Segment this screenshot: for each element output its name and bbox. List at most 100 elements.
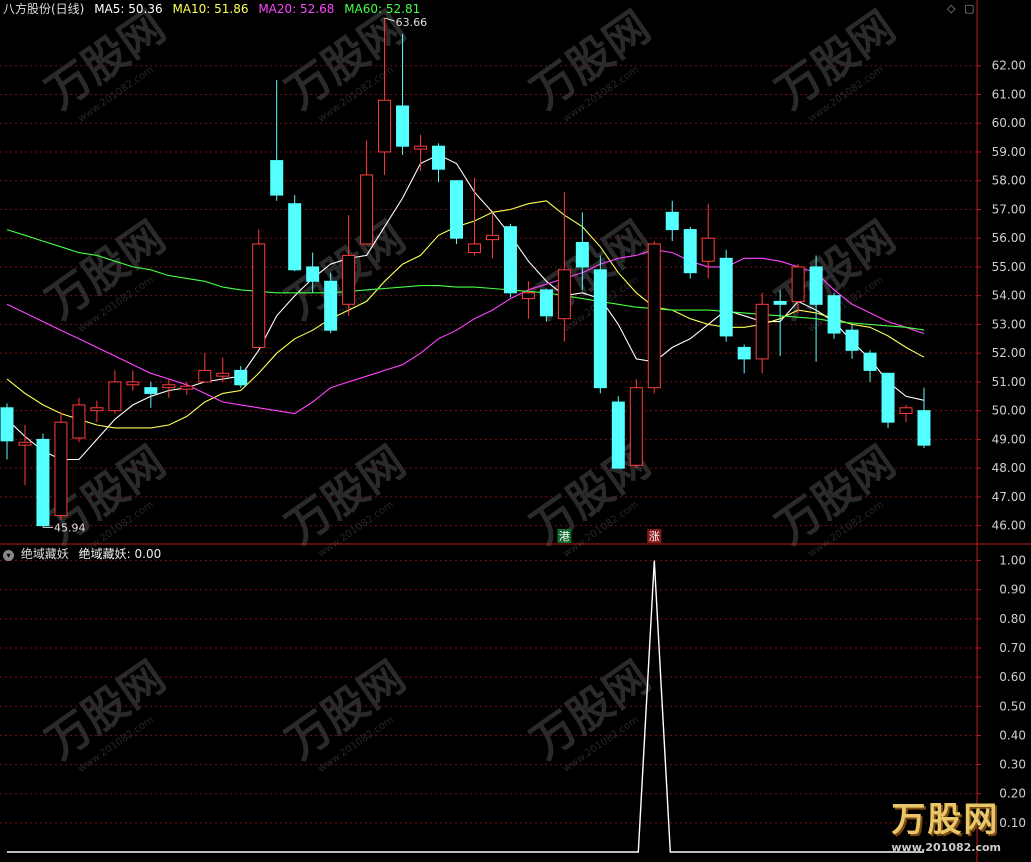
- marker-zhang: 涨: [647, 529, 662, 543]
- price-tick-label: 50.00: [992, 404, 1026, 418]
- candle-body: [665, 211, 679, 231]
- candle: [467, 177, 481, 256]
- candle-body: [198, 369, 212, 383]
- watermark-url: www.201082.com: [891, 841, 1001, 854]
- candle-body: [270, 160, 284, 196]
- candle-body: [701, 237, 715, 262]
- candle: [288, 195, 302, 272]
- price-axis: 46.00 47.00 48.00 49.00 50.00 51.00 52.00 53.00…: [0, 0, 1031, 862]
- candle: [126, 370, 140, 391]
- stock-title[interactable]: 八方股份(日线): [3, 2, 84, 16]
- candle: [593, 255, 607, 394]
- candle-body: [162, 384, 176, 389]
- price-tick-label: 56.00: [992, 231, 1026, 245]
- candle: [270, 80, 284, 201]
- price-tick-label: 47.00: [992, 490, 1026, 504]
- candle: [54, 412, 68, 520]
- candle-body: [683, 229, 697, 274]
- candle-body: [485, 234, 499, 241]
- candle-body: [827, 295, 841, 334]
- candle: [899, 404, 913, 423]
- candle-body: [396, 105, 410, 147]
- candle: [414, 134, 428, 171]
- candle-body: [432, 145, 446, 170]
- ma60-label: MA60: 52.81: [344, 2, 421, 16]
- chevron-down-icon[interactable]: ▾: [3, 550, 14, 561]
- candle: [0, 403, 14, 460]
- candle: [917, 387, 931, 449]
- candle-body: [503, 226, 517, 294]
- square-icon[interactable]: ▢: [964, 2, 974, 15]
- indicator-name[interactable]: 绝域藏妖: [21, 547, 69, 561]
- candle-body: [36, 438, 50, 527]
- ma5-label: MA5: 50.36: [94, 2, 163, 16]
- candle-body: [575, 242, 589, 268]
- price-tick-label: 57.00: [992, 202, 1026, 216]
- candle-body: [917, 410, 931, 446]
- indicator-tick-label: 1.00: [999, 554, 1026, 568]
- diamond-icon[interactable]: ◇: [947, 2, 955, 15]
- candle-body: [90, 407, 104, 412]
- price-tick-label: 51.00: [992, 375, 1026, 389]
- candle-body: [72, 404, 86, 439]
- candle-body: [863, 352, 877, 371]
- candle: [737, 344, 751, 374]
- candle: [162, 379, 176, 398]
- candle: [342, 215, 356, 316]
- candle-body: [845, 329, 859, 351]
- price-tick-label: 60.00: [992, 116, 1026, 130]
- stock-chart: 万股网www.201082.com 万股网www.201082.com 万股网www…: [0, 0, 1031, 862]
- candle-body: [342, 254, 356, 305]
- candle: [845, 324, 859, 359]
- candle-body: [809, 266, 823, 305]
- indicator-header: ▾ 绝域藏妖 绝域藏妖: 0.00: [3, 545, 167, 562]
- candle-body: [54, 421, 68, 517]
- indicator-tick-label: 0.90: [999, 583, 1026, 597]
- indicator-tick-label: 0.70: [999, 641, 1026, 655]
- price-tick-label: 53.00: [992, 317, 1026, 331]
- candle: [18, 425, 32, 486]
- candle: [432, 143, 446, 183]
- price-tick-label: 48.00: [992, 461, 1026, 475]
- price-tick-label: 61.00: [992, 87, 1026, 101]
- indicator-tick-label: 0.50: [999, 699, 1026, 713]
- price-tick-label: 49.00: [992, 432, 1026, 446]
- candle-body: [899, 407, 913, 415]
- candle: [108, 370, 122, 414]
- candle: [827, 292, 841, 339]
- candle-body: [773, 300, 787, 305]
- price-tick-label: 62.00: [992, 59, 1026, 73]
- watermark-brand: 万股网: [891, 800, 1000, 840]
- candle: [198, 353, 212, 383]
- candle-body: [791, 266, 805, 302]
- candle-body: [324, 280, 338, 331]
- marker-zhang-text: 涨: [649, 530, 660, 543]
- indicator-tick-label: 0.10: [999, 816, 1026, 830]
- candle-body: [557, 269, 571, 320]
- candle: [683, 226, 697, 279]
- candle-body: [450, 180, 463, 239]
- candle-body: [719, 257, 733, 337]
- candle: [450, 180, 463, 244]
- candle-body: [306, 266, 320, 282]
- candle-body: [647, 243, 661, 389]
- marker-gang: 港: [557, 529, 572, 543]
- indicator-tick-label: 0.60: [999, 670, 1026, 684]
- indicator-tick-label: 0.30: [999, 758, 1026, 772]
- ma20-label: MA20: 52.68: [258, 2, 335, 16]
- candle-body: [144, 387, 158, 394]
- candle: [755, 292, 769, 374]
- candle-body: [755, 303, 769, 360]
- annotation-label: 45.94: [54, 521, 86, 534]
- candle: [485, 212, 499, 259]
- candle: [72, 397, 86, 443]
- candle-body: [414, 145, 428, 150]
- candle-body: [234, 369, 248, 386]
- candle: [90, 400, 104, 423]
- candle: [503, 223, 517, 298]
- candle-body: [108, 381, 122, 412]
- watermark-logo: 万股网 www.201082.com: [891, 792, 1001, 854]
- candle-body: [360, 174, 374, 245]
- candle: [324, 272, 338, 334]
- candle: [881, 372, 895, 428]
